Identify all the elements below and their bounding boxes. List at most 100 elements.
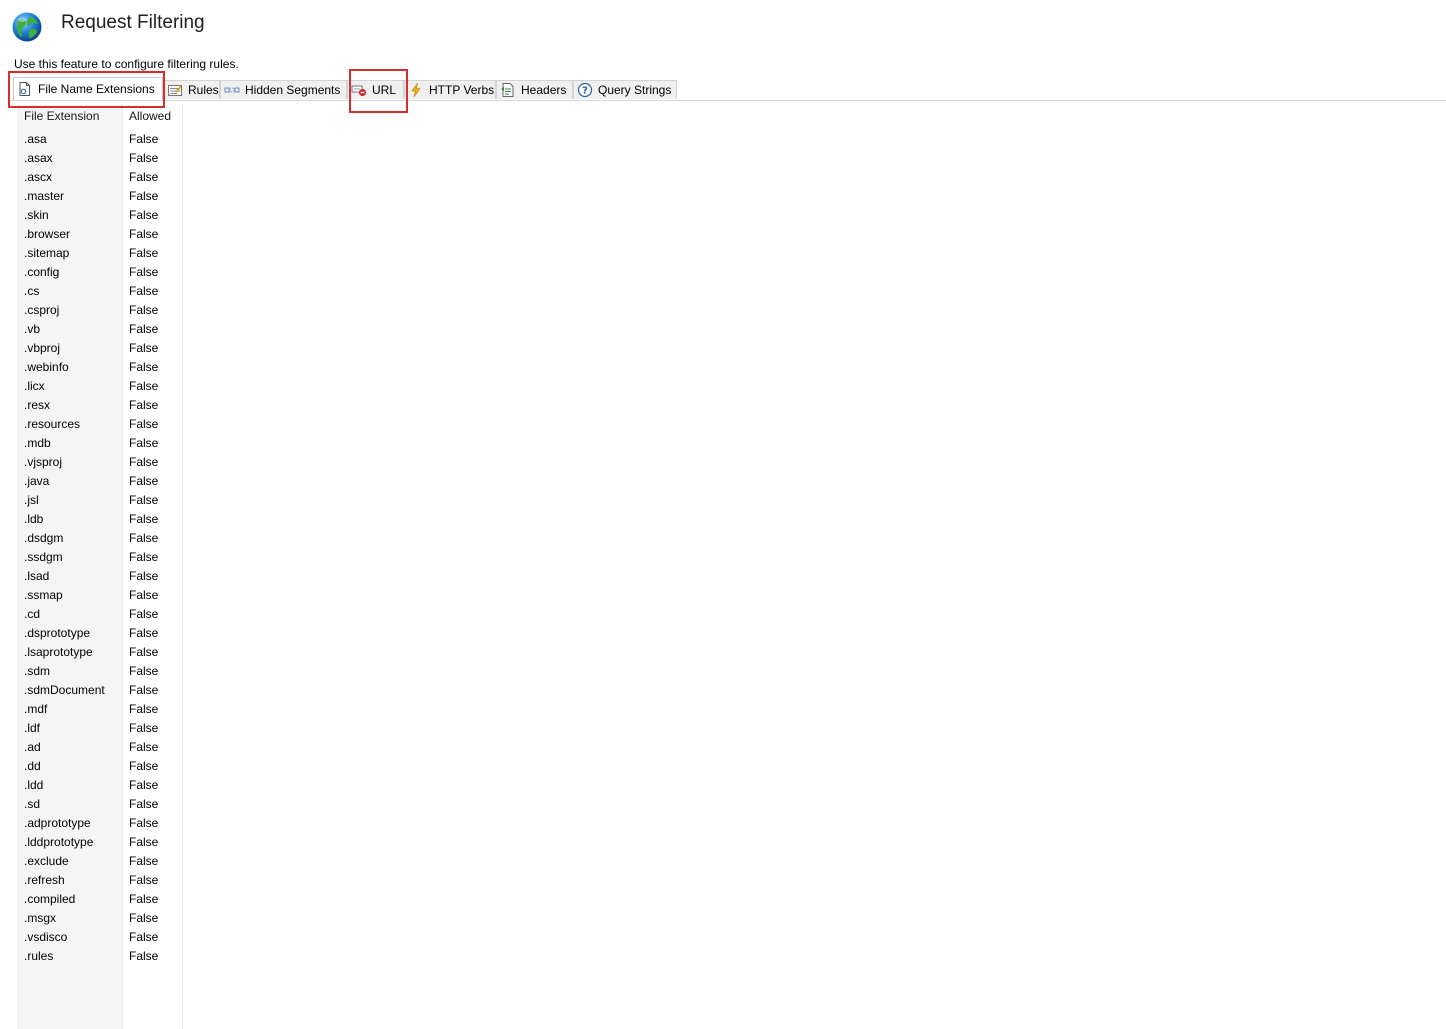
cell-file-extension: .vsdisco [24,930,68,944]
table-row[interactable]: .sitemap False [17,243,183,262]
table-row[interactable]: .asax False [17,148,183,167]
cell-allowed: False [129,873,159,887]
cell-file-extension: .vbproj [24,341,61,355]
cell-file-extension: .mdf [24,702,48,716]
cell-file-extension: .asax [24,151,53,165]
cell-allowed: False [129,816,159,830]
table-row[interactable]: .exclude False [17,851,183,870]
table-row[interactable]: .cs False [17,281,183,300]
table-row[interactable]: .webinfo False [17,357,183,376]
table-row[interactable]: .refresh False [17,870,183,889]
tab-file-name-extensions[interactable]: File Name Extensions [13,77,163,100]
cell-allowed: False [129,607,159,621]
table-row[interactable]: .sdmDocument False [17,680,183,699]
table-row[interactable]: .config False [17,262,183,281]
cell-allowed: False [129,702,159,716]
tab-http-verbs[interactable]: HTTP Verbs [404,80,496,99]
table-row[interactable]: .csproj False [17,300,183,319]
cell-allowed: False [129,284,159,298]
question-circle-icon: ? [577,82,593,98]
tab-label: HTTP Verbs [429,83,495,97]
cell-file-extension: .ssmap [24,588,63,602]
cell-allowed: False [129,626,159,640]
column-header-file-extension[interactable]: File Extension [24,109,99,123]
cell-allowed: False [129,474,159,488]
table-row[interactable]: .sdm False [17,661,183,680]
table-row[interactable]: .dsprototype False [17,623,183,642]
tab-rules[interactable]: Rules [163,80,220,99]
tab-label: Query Strings [598,83,672,97]
tab-headers[interactable]: Headers [496,80,573,99]
table-row[interactable]: .dd False [17,756,183,775]
table-row[interactable]: .ascx False [17,167,183,186]
tab-query-strings[interactable]: ? Query Strings [573,80,677,99]
table-row[interactable]: .browser False [17,224,183,243]
table-row[interactable]: .vbproj False [17,338,183,357]
cell-file-extension: .dsprototype [24,626,91,640]
url-deny-icon [351,82,367,98]
table-row[interactable]: .ldf False [17,718,183,737]
cell-file-extension: .vjsproj [24,455,63,469]
table-row[interactable]: .vsdisco False [17,927,183,946]
hidden-segments-icon [224,82,240,98]
cell-file-extension: .rules [24,949,54,963]
table-row[interactable]: .ssmap False [17,585,183,604]
tab-label: File Name Extensions [38,82,155,96]
cell-allowed: False [129,455,159,469]
cell-file-extension: .sdmDocument [24,683,105,697]
table-row[interactable]: .rules False [17,946,183,965]
cell-file-extension: .dsdgm [24,531,64,545]
cell-file-extension: .sitemap [24,246,70,260]
table-row[interactable]: .licx False [17,376,183,395]
table-row[interactable]: .vjsproj False [17,452,183,471]
table-row[interactable]: .dsdgm False [17,528,183,547]
table-row[interactable]: .resx False [17,395,183,414]
cell-allowed: False [129,645,159,659]
table-row[interactable]: .asa False [17,129,183,148]
cell-file-extension: .browser [24,227,71,241]
table-row[interactable]: .ssdgm False [17,547,183,566]
column-header-allowed[interactable]: Allowed [129,109,171,123]
cell-file-extension: .compiled [24,892,76,906]
table-row[interactable]: .adprototype False [17,813,183,832]
cell-allowed: False [129,531,159,545]
tab-label: URL [372,83,397,97]
table-row[interactable]: .msgx False [17,908,183,927]
cell-file-extension: .licx [24,379,45,393]
table-row[interactable]: .compiled False [17,889,183,908]
cell-allowed: False [129,493,159,507]
cell-allowed: False [129,379,159,393]
cell-file-extension: .ldd [24,778,44,792]
grid-rows: .asa False .asax False .ascx False .master Fals… [17,129,183,965]
table-row[interactable]: .jsl False [17,490,183,509]
table-row[interactable]: .mdf False [17,699,183,718]
cell-allowed: False [129,417,159,431]
table-row[interactable]: .vb False [17,319,183,338]
table-row[interactable]: .mdb False [17,433,183,452]
table-row[interactable]: .sd False [17,794,183,813]
tab-hidden-segments[interactable]: Hidden Segments [220,80,347,99]
table-row[interactable]: .cd False [17,604,183,623]
cell-allowed: False [129,778,159,792]
cell-file-extension: .sd [24,797,41,811]
tab-url[interactable]: URL [347,80,404,99]
cell-allowed: False [129,664,159,678]
table-row[interactable]: .resources False [17,414,183,433]
table-row[interactable]: .lsad False [17,566,183,585]
table-row[interactable]: .java False [17,471,183,490]
table-row[interactable]: .ad False [17,737,183,756]
cell-allowed: False [129,208,159,222]
globe-icon [11,11,43,43]
table-row[interactable]: .master False [17,186,183,205]
cell-file-extension: .asa [24,132,47,146]
tab-strip-divider [10,100,1446,101]
cell-allowed: False [129,341,159,355]
cell-file-extension: .ascx [24,170,53,184]
cell-allowed: False [129,132,159,146]
cell-file-extension: .resources [24,417,81,431]
table-row[interactable]: .lddprototype False [17,832,183,851]
table-row[interactable]: .lsaprototype False [17,642,183,661]
table-row[interactable]: .skin False [17,205,183,224]
table-row[interactable]: .ldd False [17,775,183,794]
table-row[interactable]: .ldb False [17,509,183,528]
